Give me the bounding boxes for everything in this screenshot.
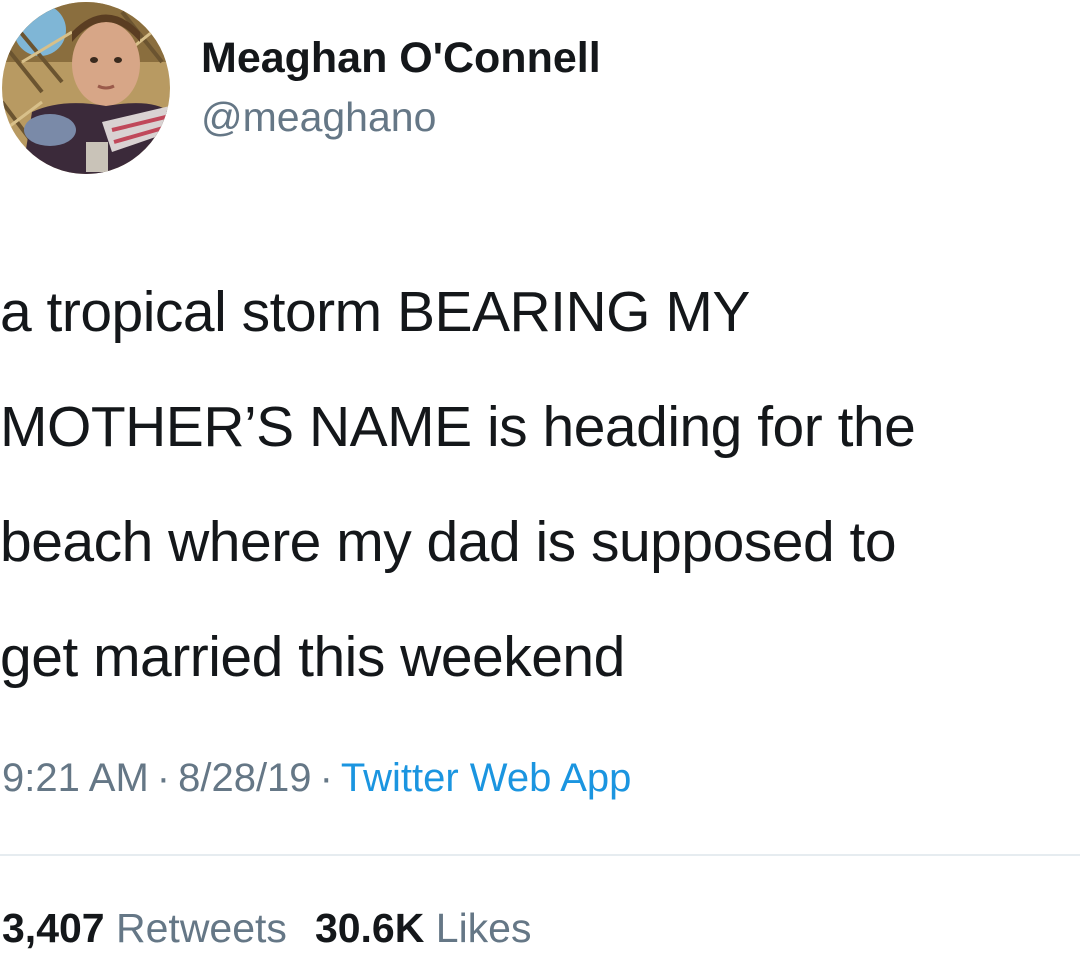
profile-photo-icon <box>2 2 170 174</box>
tweet-text-line: a tropical storm BEARING MY <box>0 280 750 344</box>
retweets-stat[interactable]: 3,407 Retweets <box>2 905 287 951</box>
tweet-stats: 3,407 Retweets 30.6K Likes <box>2 902 531 954</box>
tweet-text-line: beach where my dad is supposed to <box>0 510 897 574</box>
tweet-time[interactable]: 9:21 AM <box>2 756 149 800</box>
tweet-source-link[interactable]: Twitter Web App <box>341 756 632 800</box>
author-avatar[interactable] <box>2 2 170 174</box>
author-handle[interactable]: @meaghano <box>201 92 436 142</box>
tweet-metadata: 9:21 AM · 8/28/19 · Twitter Web App <box>2 752 631 804</box>
divider <box>0 854 1080 856</box>
retweets-label: Retweets <box>116 905 287 951</box>
likes-label: Likes <box>435 905 532 951</box>
tweet-text: a tropical storm BEARING MY MOTHER’S NAM… <box>0 255 1078 715</box>
likes-stat[interactable]: 30.6K Likes <box>315 905 532 951</box>
tweet-text-line: MOTHER’S NAME is heading for the <box>0 395 916 459</box>
tweet-date[interactable]: 8/28/19 <box>178 756 311 800</box>
meta-separator: · <box>156 756 171 800</box>
author-display-name[interactable]: Meaghan O'Connell <box>201 32 601 84</box>
tweet-card: Meaghan O'Connell @meaghano a tropical s… <box>0 0 1080 957</box>
likes-count: 30.6K <box>314 905 425 951</box>
tweet-text-line: get married this weekend <box>0 625 625 689</box>
meta-separator: · <box>319 756 333 800</box>
retweets-count: 3,407 <box>2 905 105 951</box>
